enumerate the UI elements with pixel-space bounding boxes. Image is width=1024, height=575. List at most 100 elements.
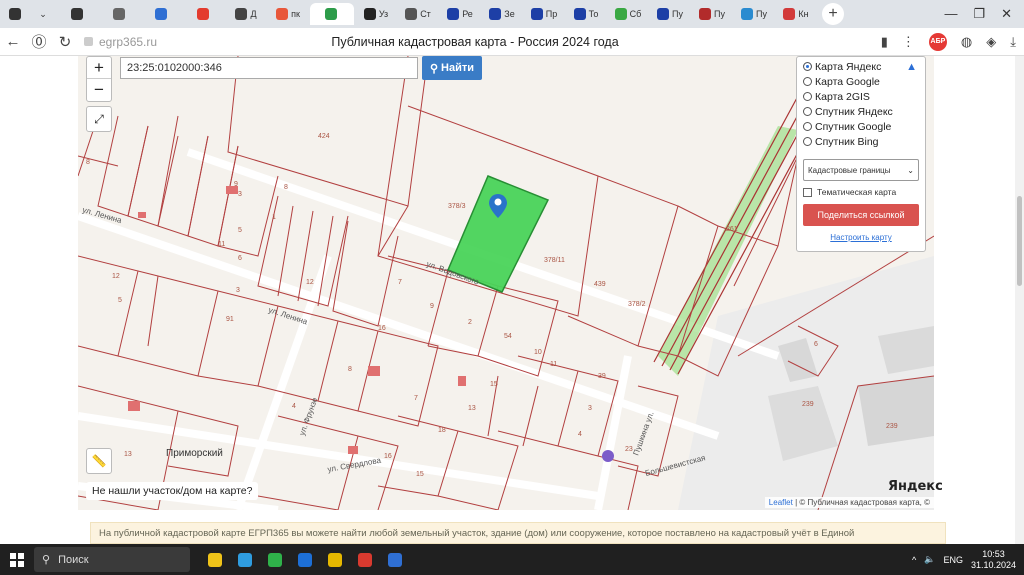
browser-tab[interactable]: Пу [692,3,732,25]
radio-button[interactable] [803,137,812,146]
browser-tab[interactable]: Уз [356,3,396,25]
chevron-up-icon[interactable]: ^ [912,555,916,565]
url-field[interactable]: egrp365.ru [84,35,157,49]
page-scrollbar[interactable] [1015,56,1024,544]
zoom-out-button[interactable]: − [87,79,111,101]
parcel-number-label[interactable]: 16 [384,453,392,460]
parcel-number-label[interactable]: 9 [234,181,238,188]
layer-option[interactable]: Карта Яндекс [803,59,919,74]
minimize-icon[interactable]: — [944,6,957,22]
browser-tab[interactable]: Д [226,3,266,25]
browser-tab[interactable]: Зе [482,3,522,25]
browser-tab[interactable]: Кн [776,3,816,25]
parcel-number-label[interactable]: 1 [272,214,276,221]
taskbar-app-icon[interactable] [382,548,408,572]
browser-tab[interactable]: Ст [398,3,438,25]
browser-tab[interactable] [310,3,354,25]
restore-icon[interactable]: ❐ [973,6,985,22]
cadastral-search-input[interactable] [120,57,418,79]
lang-indicator[interactable]: ENG [943,555,963,565]
parcel-number-label[interactable]: 3 [236,287,240,294]
yandex-logo[interactable]: Яндекс [888,479,943,494]
leaflet-link[interactable]: Leaflet [769,498,793,507]
parcel-number-label[interactable]: 7 [414,395,418,402]
chevron-up-icon[interactable]: ▲ [906,61,917,73]
browser-tab[interactable] [142,3,182,25]
parcel-number-label[interactable]: 13 [124,451,132,458]
share-link-button[interactable]: Поделиться ссылкой [803,204,919,226]
radio-button[interactable] [803,77,812,86]
parcel-number-label[interactable]: 9 [430,303,434,310]
radio-button[interactable] [803,122,812,131]
layer-option[interactable]: Спутник Яндекс [803,104,919,119]
parcel-number-label[interactable]: 54 [504,333,512,340]
parcel-number-label[interactable]: 6 [238,255,242,262]
browser-tab[interactable] [58,3,98,25]
browser-tab[interactable]: Пу [734,3,774,25]
setup-map-link[interactable]: Настроить карту [803,233,919,242]
taskbar-app-icon[interactable] [322,548,348,572]
parcel-number-label[interactable]: 8 [284,184,288,191]
parcel-number-label[interactable]: 4 [578,431,582,438]
back-button[interactable]: ← [0,33,26,50]
parcel-number-label[interactable]: 378/3 [448,203,466,210]
tab-list-button[interactable]: ⌄ [30,3,56,25]
reload-button[interactable]: ↻ [52,33,78,51]
parcel-number-label[interactable]: 4 [292,403,296,410]
parcel-number-label[interactable]: 378/11 [544,257,565,264]
parcel-number-label[interactable]: 91 [226,316,234,323]
parcel-number-label[interactable]: 239 [886,423,898,430]
find-button[interactable]: ⚲ Найти [422,56,482,80]
parcel-number-label[interactable]: 3 [588,405,592,412]
collections-icon[interactable]: ◈ [986,34,996,50]
not-found-link[interactable]: Не нашли участок/дом на карте? [86,482,259,500]
thematic-map-checkbox[interactable]: Тематическая карта [803,187,919,197]
layer-option[interactable]: Карта 2GIS [803,89,919,104]
browser-tab[interactable] [184,3,224,25]
browser-tab[interactable]: пк [268,3,308,25]
parcel-number-label[interactable]: 11 [550,361,557,368]
parcel-number-label[interactable]: 13 [468,405,476,412]
browser-tab[interactable]: Пу [650,3,690,25]
parcel-number-label[interactable]: 6 [814,341,818,348]
extension-icon[interactable]: ◍ [961,34,972,50]
parcel-number-label[interactable]: 15 [490,381,498,388]
taskbar-app-icon[interactable] [262,548,288,572]
start-button[interactable] [0,552,34,567]
parcel-number-label[interactable]: 7 [398,279,402,286]
clock[interactable]: 10:53 31.10.2024 [971,549,1016,571]
parcel-number-label[interactable]: 8 [348,366,352,373]
taskbar-app-icon[interactable] [232,548,258,572]
fullscreen-button[interactable]: ⤢ [86,106,112,132]
parcel-number-label[interactable]: 261 [726,226,738,233]
parcel-number-label[interactable]: 10 [534,349,542,356]
measure-button[interactable]: 📏 [86,448,112,474]
zoom-in-button[interactable]: + [87,57,111,79]
shield-icon[interactable]: ⓪ [26,31,52,52]
app-menu-button[interactable] [2,3,28,25]
browser-tab[interactable]: Сб [608,3,648,25]
parcel-number-label[interactable]: 2 [468,319,472,326]
parcel-number-label[interactable]: 12 [112,273,120,280]
extension-badge[interactable]: АБР [928,32,947,51]
volume-icon[interactable]: 🔈 [924,554,935,565]
browser-tab[interactable] [100,3,140,25]
layer-option[interactable]: Карта Google [803,74,919,89]
browser-tab[interactable]: То [566,3,606,25]
bookmark-icon[interactable]: ▮ [881,34,888,50]
taskbar-search[interactable]: ⚲ Поиск [34,547,190,572]
parcel-number-label[interactable]: 15 [416,471,424,478]
taskbar-app-icon[interactable] [292,548,318,572]
taskbar-app-icon[interactable] [352,548,378,572]
layer-option[interactable]: Спутник Bing [803,134,919,149]
new-tab-button[interactable]: + [822,3,844,25]
close-icon[interactable]: ✕ [1001,6,1012,22]
parcel-number-label[interactable]: 18 [438,427,446,434]
parcel-number-label[interactable]: 439 [594,281,606,288]
browser-tab[interactable]: Пр [524,3,564,25]
layer-option[interactable]: Спутник Google [803,119,919,134]
radio-button[interactable] [803,107,812,116]
parcel-number-label[interactable]: 378/2 [628,301,646,308]
taskbar-app-icon[interactable] [202,548,228,572]
parcel-number-label[interactable]: 5 [238,227,242,234]
